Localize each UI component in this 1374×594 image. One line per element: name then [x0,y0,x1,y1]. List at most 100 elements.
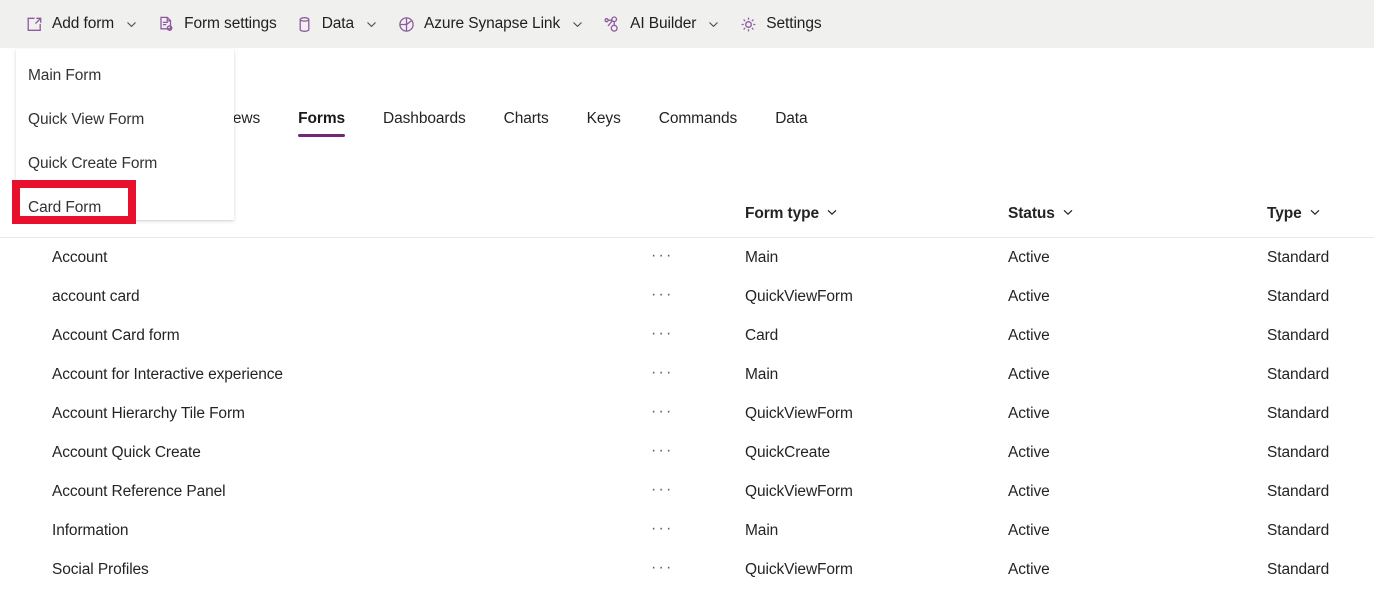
menu-item-card-form[interactable]: Card Form [16,186,234,230]
chevron-down-icon[interactable] [1062,205,1074,223]
row-overflow-menu-icon[interactable]: ··· [645,322,680,350]
chevron-down-icon[interactable] [1309,205,1321,223]
command-data-label: Data [321,15,355,32]
cell-form-type: Main [745,248,779,266]
tab-dashboards[interactable]: Dashboards [383,104,466,137]
cell-row-actions: ··· [645,478,745,506]
chevron-down-icon[interactable] [706,17,721,32]
cell-form-name: Information [52,521,129,539]
menu-item-card-form-label: Card Form [28,199,102,216]
cell-type: Standard [1267,326,1330,344]
table-row[interactable]: Account for Interactive experience ··· M… [0,355,1374,394]
command-settings-label: Settings [766,15,822,32]
cell-status: Active [1008,287,1050,305]
command-bar: Add form Form settings Data Azure Synaps… [0,0,1374,48]
command-form-settings[interactable]: Form settings [148,5,286,43]
table-row[interactable]: Account ··· Main Active Standard [0,238,1374,277]
cell-status: Active [1008,560,1050,578]
column-header-status[interactable]: Status [1008,205,1267,223]
row-overflow-menu-icon[interactable]: ··· [645,517,680,545]
cell-row-actions: ··· [645,517,745,545]
menu-item-quick-create-form-label: Quick Create Form [28,155,158,172]
command-ai-builder[interactable]: AI Builder [594,5,730,43]
cell-form-type: Main [745,365,779,383]
column-header-type-label: Type [1267,204,1302,222]
command-data[interactable]: Data [286,5,388,43]
table-row[interactable]: Account Hierarchy Tile Form ··· QuickVie… [0,394,1374,433]
azure-synapse-link-icon [397,15,416,34]
tab-commands-label: Commands [658,110,738,127]
cell-form-name: Account Hierarchy Tile Form [52,404,245,422]
cell-type: Standard [1267,248,1330,266]
chevron-down-icon[interactable] [124,17,139,32]
table-row[interactable]: Account Reference Panel ··· QuickViewFor… [0,472,1374,511]
cell-form-name: Account Reference Panel [52,482,226,500]
table-row[interactable]: Account Quick Create ··· QuickCreate Act… [0,433,1374,472]
cell-type: Standard [1267,482,1330,500]
command-settings[interactable]: Settings [730,5,830,43]
table-row[interactable]: Information ··· Main Active Standard [0,511,1374,550]
cell-form-name: Account Card form [52,326,180,344]
cell-form-type: Main [745,521,779,539]
row-overflow-menu-icon[interactable]: ··· [645,556,680,584]
tab-keys[interactable]: Keys [587,104,621,137]
cell-row-actions: ··· [645,400,745,428]
table-row[interactable]: Account Card form ··· Card Active Standa… [0,316,1374,355]
ai-builder-icon [603,15,622,34]
row-overflow-menu-icon[interactable]: ··· [645,244,680,272]
tab-charts-label: Charts [503,110,549,127]
form-settings-icon [157,15,176,34]
row-overflow-menu-icon[interactable]: ··· [645,439,680,467]
command-ai-builder-label: AI Builder [630,15,697,32]
add-form-icon [25,15,44,34]
cell-form-name: Social Profiles [52,560,149,578]
menu-item-quick-view-form[interactable]: Quick View Form [16,98,234,142]
cell-type: Standard [1267,521,1330,539]
cell-status: Active [1008,482,1050,500]
cell-status: Active [1008,365,1050,383]
menu-item-main-form-label: Main Form [28,67,102,84]
cell-form-name: Account Quick Create [52,443,201,461]
cell-status: Active [1008,248,1050,266]
menu-item-quick-create-form[interactable]: Quick Create Form [16,142,234,186]
chevron-down-icon[interactable] [364,17,379,32]
cell-row-actions: ··· [645,283,745,311]
column-header-type[interactable]: Type [1267,205,1374,223]
table-row[interactable]: account card ··· QuickViewForm Active St… [0,277,1374,316]
row-overflow-menu-icon[interactable]: ··· [645,400,680,428]
tab-forms[interactable]: Forms [298,104,345,137]
cell-form-type: Card [745,326,779,344]
menu-item-main-form[interactable]: Main Form [16,54,234,98]
cell-row-actions: ··· [645,244,745,272]
row-overflow-menu-icon[interactable]: ··· [645,478,680,506]
command-azure-synapse-link[interactable]: Azure Synapse Link [388,5,594,43]
column-header-form-type[interactable]: Form type [745,205,1008,223]
tab-commands[interactable]: Commands [658,104,738,137]
cell-row-actions: ··· [645,361,745,389]
form-designer-page: Add form Form settings Data Azure Synaps… [0,0,1374,594]
row-overflow-menu-icon[interactable]: ··· [645,361,680,389]
command-add-form-label: Add form [52,15,115,32]
tab-data[interactable]: Data [775,104,807,137]
forms-grid: Form type Status Type Account ··· Main A… [0,190,1374,589]
cell-row-actions: ··· [645,439,745,467]
cell-status: Active [1008,443,1050,461]
tab-charts[interactable]: Charts [504,104,549,137]
cell-type: Standard [1267,365,1330,383]
cell-type: Standard [1267,404,1330,422]
database-icon [295,15,314,34]
row-overflow-menu-icon[interactable]: ··· [645,283,680,311]
cell-form-name: Account for Interactive experience [52,365,283,383]
cell-type: Standard [1267,560,1330,578]
column-header-form-type-label: Form type [745,204,820,222]
command-add-form[interactable]: Add form [16,5,148,43]
cell-status: Active [1008,521,1050,539]
chevron-down-icon[interactable] [570,17,585,32]
column-header-status-label: Status [1008,204,1055,222]
command-azure-synapse-link-label: Azure Synapse Link [424,15,561,32]
cell-form-type: QuickViewForm [745,404,853,422]
tab-dashboards-label: Dashboards [383,110,466,127]
chevron-down-icon[interactable] [826,205,838,223]
table-row[interactable]: Social Profiles ··· QuickViewForm Active… [0,550,1374,589]
cell-form-name: Account [52,248,108,266]
